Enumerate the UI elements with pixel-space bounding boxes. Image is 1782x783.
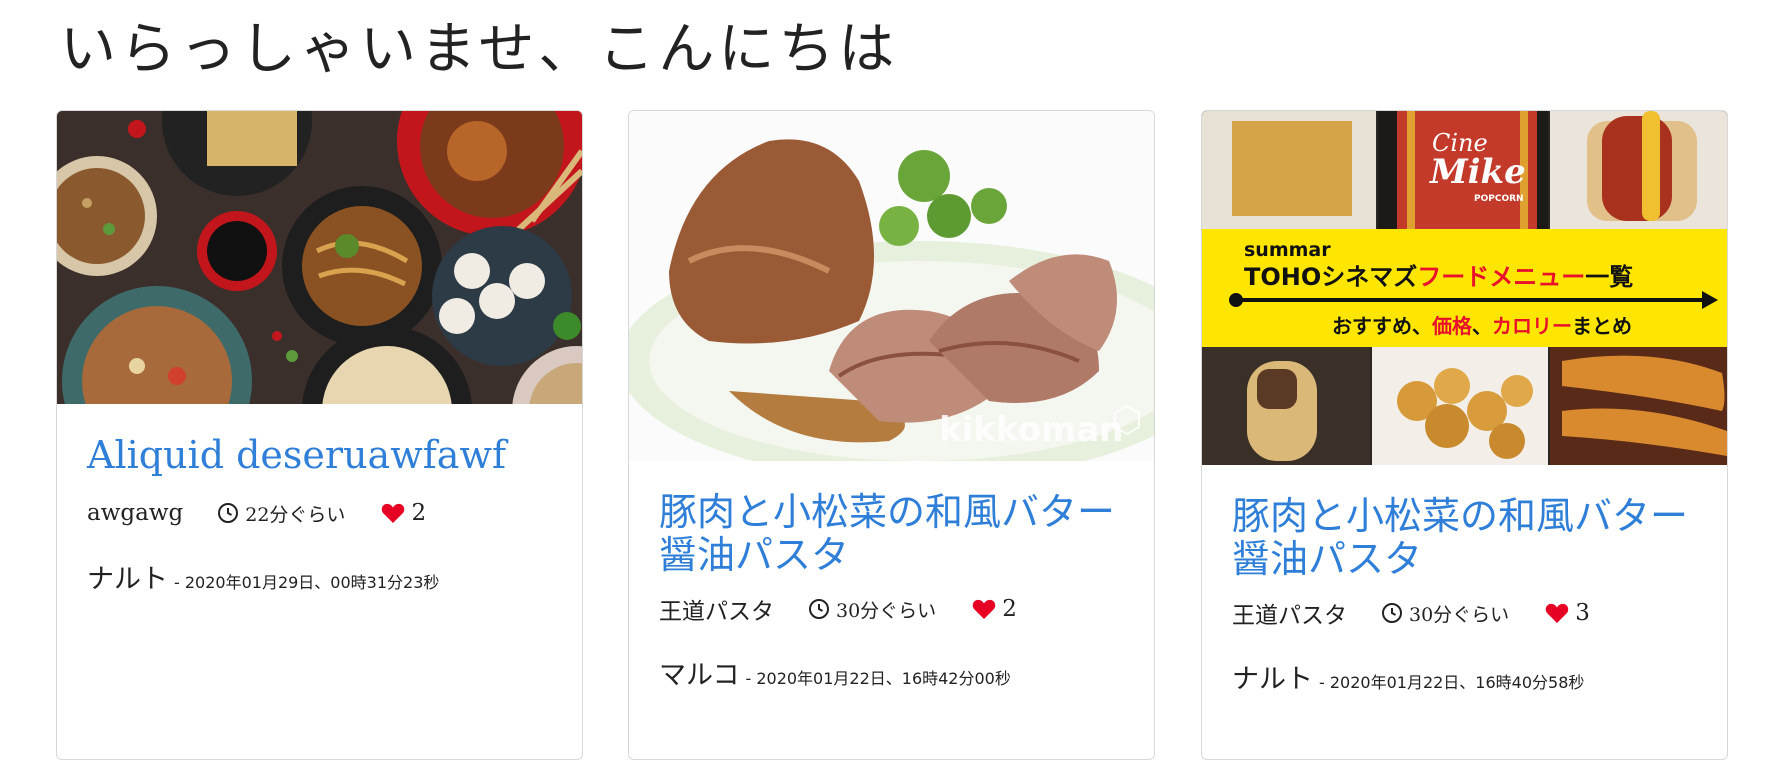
recipe-card-list: Aliquid deseruawfawf awgawg 22分ぐらい 2 ナルト… xyxy=(56,110,1728,760)
clock-icon xyxy=(1382,603,1402,623)
cook-time-value: 30分ぐらい xyxy=(1409,603,1510,626)
banner-subline: おすすめ、価格、カロリーまとめ xyxy=(1332,314,1632,338)
heart-icon[interactable] xyxy=(972,598,996,620)
like-count-value: 3 xyxy=(1575,600,1590,626)
like-count[interactable]: 2 xyxy=(972,596,1017,622)
heart-icon[interactable] xyxy=(381,502,405,524)
heart-icon[interactable] xyxy=(1545,602,1569,624)
recipe-card[interactable]: Aliquid deseruawfawf awgawg 22分ぐらい 2 ナルト… xyxy=(56,110,583,760)
page-title: いらっしゃいませ、こんにちは xyxy=(60,17,899,82)
like-count-value: 2 xyxy=(1002,596,1017,622)
category-label: 王道パスタ xyxy=(659,599,774,625)
author-name[interactable]: ナルト xyxy=(87,557,168,596)
cook-time-value: 30分ぐらい xyxy=(836,599,937,622)
like-count[interactable]: 3 xyxy=(1545,600,1590,626)
author-line: ナルト - 2020年01月22日、16時40分58秒 xyxy=(1232,657,1697,696)
category-label: 王道パスタ xyxy=(1232,603,1347,629)
author-name[interactable]: ナルト xyxy=(1232,657,1313,696)
recipe-image[interactable]: kikkoman xyxy=(629,111,1154,461)
recipe-title-link[interactable]: Aliquid deseruawfawf xyxy=(87,434,552,477)
clock-icon xyxy=(809,599,829,619)
post-date: - 2020年01月22日、16時42分00秒 xyxy=(745,669,1011,688)
banner-brand: summar xyxy=(1244,239,1331,261)
cook-time: 30分ぐらい xyxy=(808,596,936,623)
bag-text-popcorn: POPCORN xyxy=(1474,194,1524,204)
recipe-image[interactable]: Cine Mike POPCORN summar TOHOシネマズフードメニュー… xyxy=(1202,111,1727,465)
author-line: ナルト - 2020年01月29日、00時31分23秒 xyxy=(87,557,552,596)
author-line: マルコ - 2020年01月22日、16時42分00秒 xyxy=(659,653,1124,692)
watermark-text: kikkoman xyxy=(939,410,1124,450)
banner-headline: TOHOシネマズフードメニュー一覧 xyxy=(1244,263,1633,291)
cook-time: 22分ぐらい xyxy=(217,500,345,527)
recipe-meta: awgawg 22分ぐらい 2 xyxy=(87,493,552,533)
bag-text-mike: Mike xyxy=(1429,152,1526,192)
recipe-meta: 王道パスタ 30分ぐらい 3 xyxy=(1232,593,1697,633)
recipe-title-link[interactable]: 豚肉と小松菜の和風バター醤油パスタ xyxy=(1232,495,1697,581)
post-date: - 2020年01月22日、16時40分58秒 xyxy=(1319,673,1585,692)
cook-time: 30分ぐらい xyxy=(1381,600,1509,627)
category-label: awgawg xyxy=(87,500,184,526)
recipe-meta: 王道パスタ 30分ぐらい 2 xyxy=(659,589,1124,629)
like-count[interactable]: 2 xyxy=(381,500,426,526)
recipe-image[interactable] xyxy=(57,111,582,404)
like-count-value: 2 xyxy=(411,500,427,526)
author-name[interactable]: マルコ xyxy=(659,653,739,692)
recipe-card[interactable]: Cine Mike POPCORN summar TOHOシネマズフードメニュー… xyxy=(1201,110,1728,760)
cook-time-value: 22分ぐらい xyxy=(245,503,346,526)
clock-icon xyxy=(218,503,239,523)
post-date: - 2020年01月29日、00時31分23秒 xyxy=(174,573,440,592)
recipe-card[interactable]: kikkoman 豚肉と小松菜の和風バター醤油パスタ 王道パスタ 30分ぐらい … xyxy=(628,110,1155,760)
recipe-title-link[interactable]: 豚肉と小松菜の和風バター醤油パスタ xyxy=(659,491,1124,577)
